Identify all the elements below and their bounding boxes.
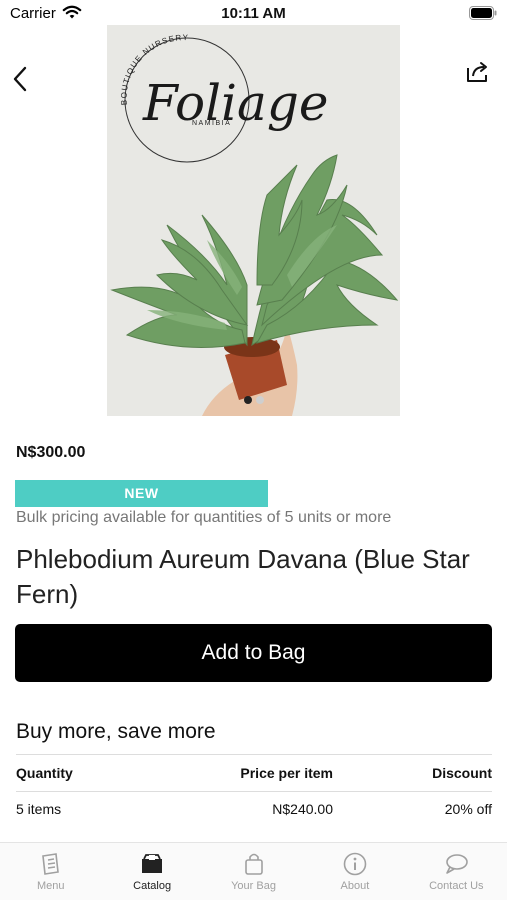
menu-book-icon	[38, 851, 64, 877]
table-row: 5 items N$240.00 20% off	[16, 791, 492, 827]
row-price: N$240.00	[272, 801, 333, 817]
carousel-dot[interactable]	[255, 396, 264, 404]
table-header-row: Quantity Price per item Discount	[16, 755, 492, 791]
bulk-pricing-table: Quantity Price per item Discount 5 items…	[16, 755, 492, 827]
tab-menu[interactable]: Menu	[0, 843, 101, 900]
chevron-left-icon	[13, 66, 27, 92]
add-to-bag-button[interactable]: Add to Bag	[15, 624, 492, 682]
back-button[interactable]	[6, 62, 34, 96]
fern-plant-image: BOUTIQUE NURSERY Foliage NAMIBIA	[107, 25, 400, 416]
tab-label: About	[340, 880, 370, 892]
carousel-dot-active[interactable]	[243, 396, 252, 404]
tab-label: Contact Us	[429, 880, 484, 892]
row-discount: 20% off	[444, 801, 492, 817]
row-quantity: 5 items	[16, 801, 62, 817]
status-bar: Carrier 10:11 AM	[0, 0, 507, 28]
tab-about[interactable]: About	[304, 843, 405, 900]
tab-label: Your Bag	[231, 880, 276, 892]
logo-sub-text: NAMIBIA	[192, 120, 231, 127]
logo-script-text: Foliage	[142, 74, 328, 132]
clock-label: 10:11 AM	[221, 5, 286, 22]
new-badge: NEW	[15, 480, 268, 507]
bulk-pricing-title: Buy more, save more	[16, 720, 216, 743]
tab-your-bag[interactable]: Your Bag	[203, 843, 304, 900]
bulk-pricing-note: Bulk pricing available for quantities of…	[16, 509, 392, 526]
chat-bubble-icon	[443, 851, 469, 877]
product-title: Phlebodium Aureum Davana (Blue Star Fern…	[16, 544, 470, 609]
product-image-carousel[interactable]: BOUTIQUE NURSERY Foliage NAMIBIA	[107, 25, 400, 416]
shopping-bag-icon	[241, 851, 267, 877]
header-price-per-item: Price per item	[240, 765, 333, 781]
share-button[interactable]	[463, 56, 493, 88]
tab-contact-us[interactable]: Contact Us	[406, 843, 507, 900]
tab-catalog[interactable]: Catalog	[101, 843, 202, 900]
carousel-dots	[107, 396, 400, 404]
info-icon	[342, 851, 368, 877]
tab-label: Menu	[36, 880, 65, 892]
catalog-box-icon	[139, 851, 165, 877]
battery-icon	[469, 6, 497, 20]
tab-label: Catalog	[133, 880, 172, 892]
tab-bar: Menu Catalog Your Bag About Contact Us	[0, 842, 507, 900]
header-quantity: Quantity	[16, 765, 73, 781]
header-discount: Discount	[432, 765, 492, 781]
share-icon	[467, 62, 487, 82]
product-price: N$300.00	[16, 444, 86, 461]
